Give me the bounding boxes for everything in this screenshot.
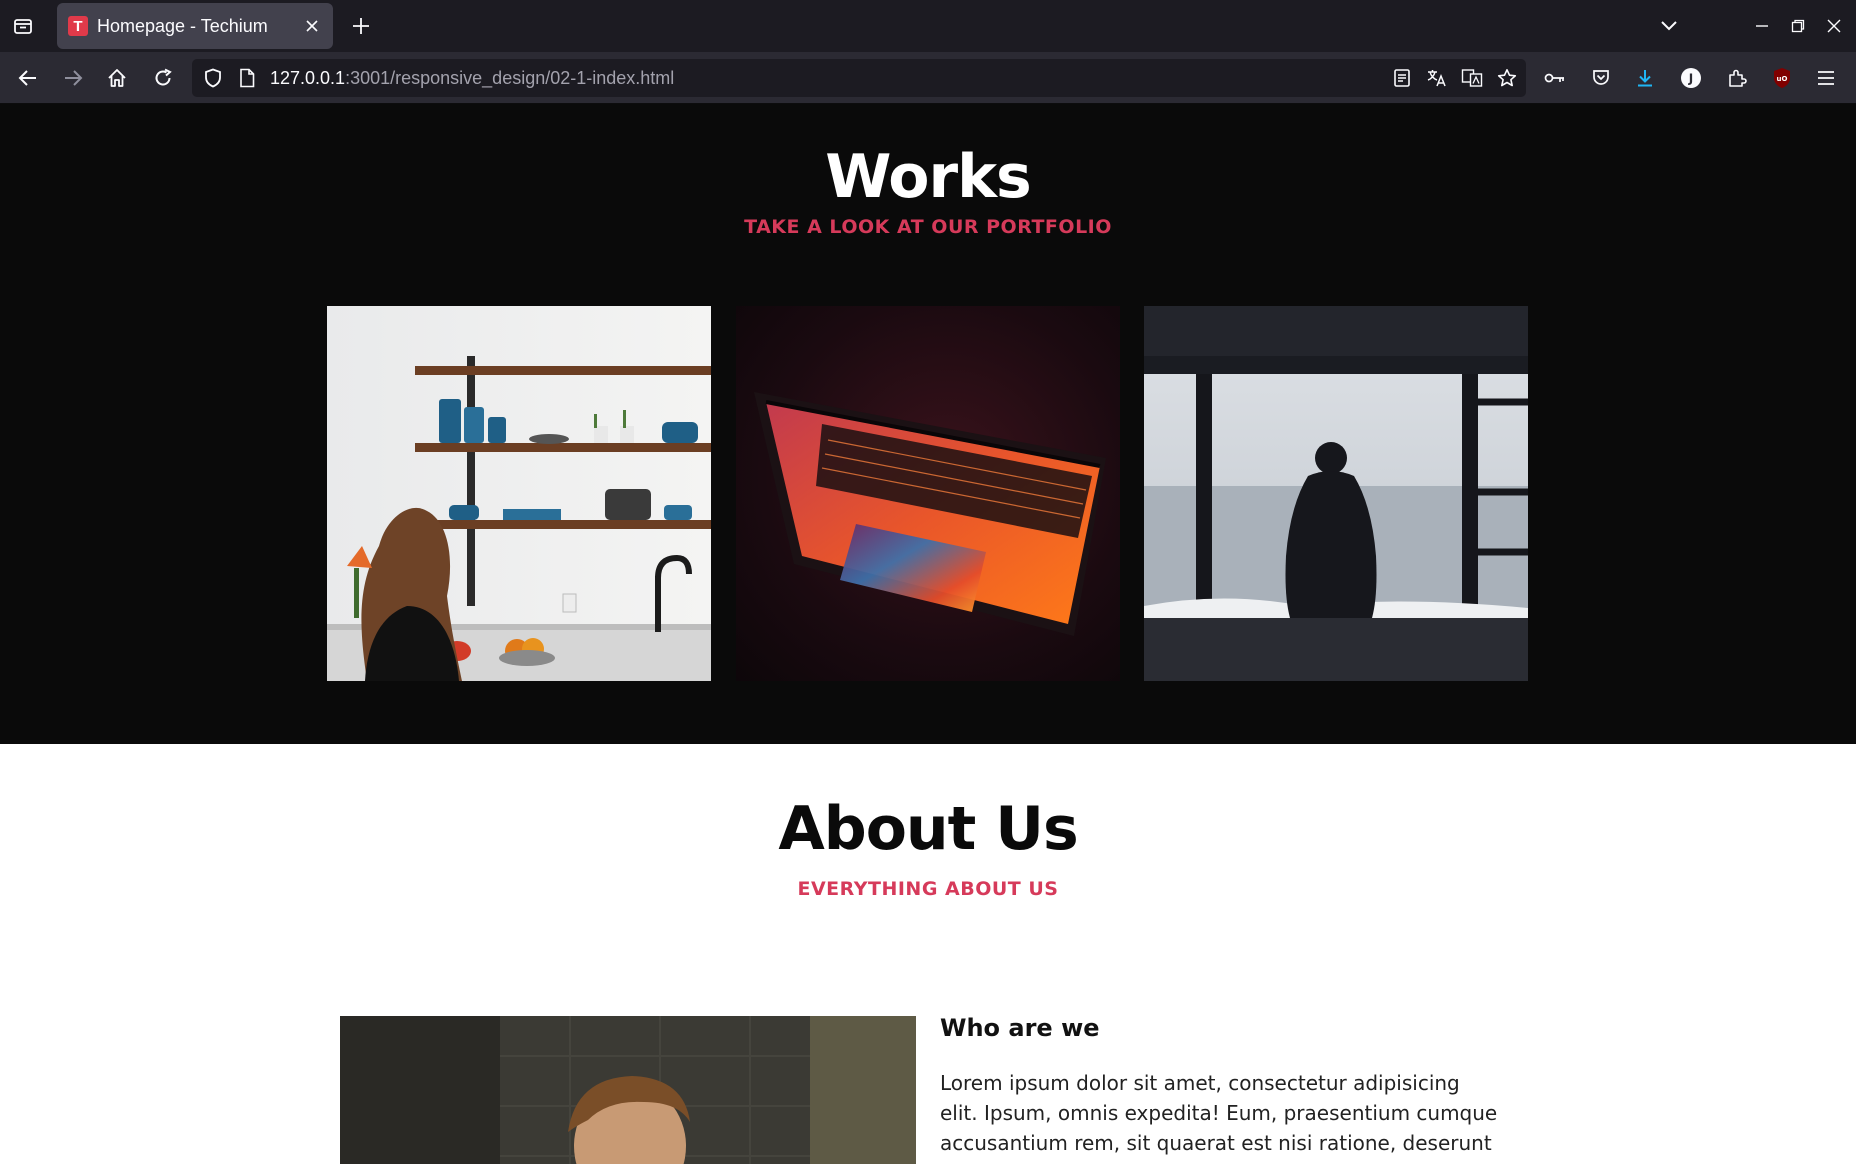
about-paragraph: Lorem ipsum dolor sit amet, consectetur … [940, 1071, 1498, 1155]
svg-text:J: J [1688, 72, 1693, 86]
tab-bar: T Homepage - Techium [0, 0, 1856, 52]
techium-favicon-icon: T [68, 16, 88, 36]
tab-overflow-chevron-icon[interactable] [1651, 8, 1687, 44]
restore-icon[interactable] [1780, 8, 1816, 44]
navigation-toolbar: 127.0.0.1:3001/responsive_design/02-1-in… [0, 52, 1856, 104]
about-title: About Us [778, 794, 1078, 864]
new-tab-icon[interactable] [344, 9, 378, 43]
works-subtitle: TAKE A LOOK AT OUR PORTFOLIO [744, 216, 1112, 238]
extensions-icon[interactable] [1719, 60, 1755, 96]
works-title: Works [825, 142, 1031, 212]
pocket-icon[interactable] [1583, 60, 1619, 96]
about-section: About Us EVERYTHING ABOUT US Who are we … [0, 744, 1856, 1164]
reader-view-icon[interactable] [1387, 63, 1417, 93]
close-window-icon[interactable] [1816, 8, 1852, 44]
url-host: 127.0.0.1 [270, 68, 346, 88]
tab-list-icon[interactable] [0, 0, 46, 52]
hamburger-menu-icon[interactable] [1808, 60, 1844, 96]
tab-close-icon[interactable] [297, 11, 327, 41]
about-subtitle: EVERYTHING ABOUT US [797, 878, 1059, 900]
downloads-icon[interactable] [1627, 60, 1663, 96]
works-section: Works TAKE A LOOK AT OUR PORTFOLIO [0, 104, 1856, 744]
ublock-origin-icon[interactable]: uO [1764, 60, 1800, 96]
forward-arrow-icon[interactable] [55, 60, 91, 96]
browser-tab[interactable]: T Homepage - Techium [57, 3, 333, 49]
account-avatar-icon[interactable]: J [1673, 60, 1709, 96]
svg-text:uO: uO [1777, 75, 1788, 83]
minimize-icon[interactable] [1744, 8, 1780, 44]
portfolio-image-sea-silhouette[interactable] [1144, 306, 1528, 681]
back-arrow-icon[interactable] [10, 60, 46, 96]
key-icon[interactable] [1537, 60, 1573, 96]
url-text[interactable]: 127.0.0.1:3001/responsive_design/02-1-in… [270, 68, 674, 89]
page-translate-icon[interactable] [1457, 63, 1487, 93]
bookmark-star-icon[interactable] [1492, 63, 1522, 93]
reload-icon[interactable] [145, 60, 181, 96]
about-photo [340, 1016, 916, 1164]
page-icon[interactable] [232, 63, 262, 93]
tab-title: Homepage - Techium [97, 15, 268, 36]
portfolio-image-kitchen[interactable] [327, 306, 711, 681]
home-icon[interactable] [99, 60, 135, 96]
url-bar[interactable]: 127.0.0.1:3001/responsive_design/02-1-in… [192, 59, 1526, 97]
page-content: Works TAKE A LOOK AT OUR PORTFOLIO About… [0, 104, 1856, 1164]
shield-icon[interactable] [198, 63, 228, 93]
portfolio-image-laptop[interactable] [736, 306, 1120, 681]
about-heading: Who are we [940, 1014, 1100, 1042]
url-path: :3001/responsive_design/02-1-index.html [345, 68, 675, 88]
translate-icon[interactable] [1422, 63, 1452, 93]
